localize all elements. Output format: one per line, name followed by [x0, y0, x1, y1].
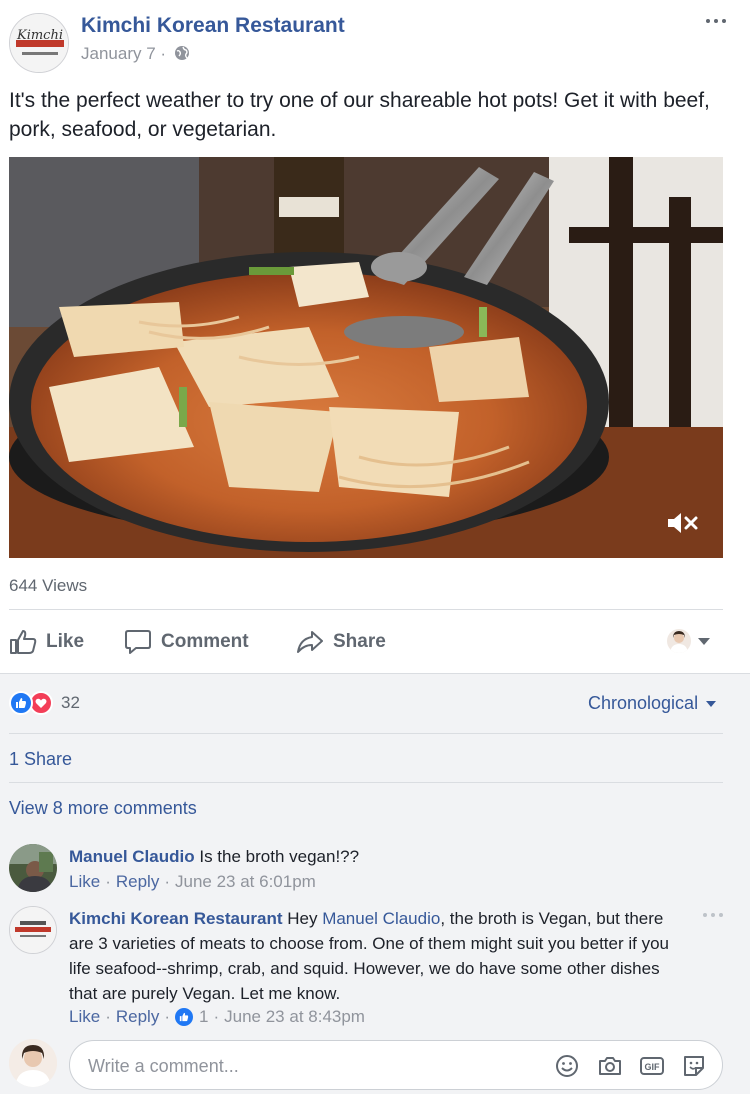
comment-bubble-icon [125, 630, 151, 654]
page-name-link[interactable]: Kimchi Korean Restaurant [81, 14, 345, 38]
logo-text: Kimchi [16, 28, 63, 43]
comment-options-button[interactable] [702, 910, 724, 920]
video-player[interactable] [9, 157, 723, 558]
commenter-avatar[interactable] [9, 844, 57, 892]
comment-reply-link[interactable]: Reply [116, 872, 159, 892]
comment-author-link[interactable]: Kimchi Korean Restaurant [69, 909, 283, 928]
post-header: Kimchi Kimchi Korean Restaurant January … [0, 0, 750, 80]
post-options-button[interactable] [702, 10, 730, 30]
reactions-summary[interactable]: 32 [9, 690, 80, 716]
like-button[interactable]: Like [9, 622, 84, 662]
post-date-text[interactable]: January 7 [81, 44, 156, 63]
post-date[interactable]: January 7 · [81, 44, 190, 64]
comment-reply-link[interactable]: Reply [116, 1007, 159, 1027]
comment-like-link[interactable]: Like [69, 872, 100, 892]
comment-composer[interactable]: GIF [69, 1040, 723, 1090]
separator: · [213, 1007, 220, 1026]
page-avatar[interactable]: Kimchi [9, 13, 69, 73]
gif-icon[interactable]: GIF [639, 1053, 665, 1079]
comment-button[interactable]: Comment [124, 622, 249, 662]
divider [9, 733, 723, 734]
reaction-count: 32 [61, 693, 80, 712]
chevron-down-icon [706, 700, 717, 707]
comment-author-link[interactable]: Manuel Claudio [69, 847, 195, 866]
shares-link[interactable]: 1 Share [9, 749, 72, 770]
separator: · [105, 1007, 111, 1026]
user-avatar [9, 1039, 57, 1087]
comment-like-link[interactable]: Like [69, 1007, 100, 1027]
view-count: 644 Views [9, 576, 88, 595]
share-button[interactable]: Share [296, 622, 386, 662]
divider [9, 782, 723, 783]
user-avatar [667, 629, 691, 653]
thumbs-up-icon [10, 630, 37, 654]
separator: · [105, 872, 111, 891]
mute-icon[interactable] [666, 510, 700, 536]
post-as-selector[interactable] [663, 626, 713, 656]
comment-timestamp[interactable]: June 23 at 6:01pm [175, 872, 316, 892]
sticker-icon[interactable] [681, 1053, 707, 1079]
commenter-avatar[interactable] [9, 906, 57, 954]
share-label: Share [333, 631, 386, 652]
separator: · [164, 1007, 170, 1026]
comment-meta: Like · Reply · June 23 at 6:01pm [69, 872, 316, 892]
post-message: It's the perfect weather to try one of o… [9, 89, 710, 141]
comment-timestamp[interactable]: June 23 at 8:43pm [224, 1007, 365, 1027]
gif-label: GIF [645, 1062, 661, 1072]
comment-text: Hey [282, 909, 323, 928]
camera-icon[interactable] [597, 1053, 623, 1079]
comment-text: Is the broth vegan!?? [194, 847, 360, 866]
chevron-down-icon [698, 638, 710, 645]
comment-meta: Like · Reply · 1 · June 23 at 8:43pm [69, 1007, 365, 1027]
separator: · [164, 872, 170, 891]
comment-order-select[interactable]: Chronological [588, 693, 717, 714]
emoji-icon[interactable] [554, 1053, 580, 1079]
thumbs-up-icon[interactable] [175, 1008, 193, 1026]
comment-label: Comment [161, 631, 249, 652]
globe-icon [174, 46, 189, 60]
video-frame [9, 157, 723, 558]
comment-order-label: Chronological [588, 693, 699, 713]
like-label: Like [46, 631, 85, 652]
view-more-comments-link[interactable]: View 8 more comments [9, 798, 197, 819]
mention-link[interactable]: Manuel Claudio [322, 909, 440, 928]
comment-input[interactable] [88, 1053, 548, 1079]
like-reaction-icon [9, 691, 33, 715]
date-separator: · [160, 44, 167, 63]
comment-body: Manuel Claudio Is the broth vegan!?? [69, 844, 709, 869]
divider [9, 609, 723, 610]
comment-body: Kimchi Korean Restaurant Hey Manuel Clau… [69, 906, 679, 1006]
comment-like-count[interactable]: 1 [199, 1007, 208, 1027]
share-arrow-icon [297, 631, 323, 653]
